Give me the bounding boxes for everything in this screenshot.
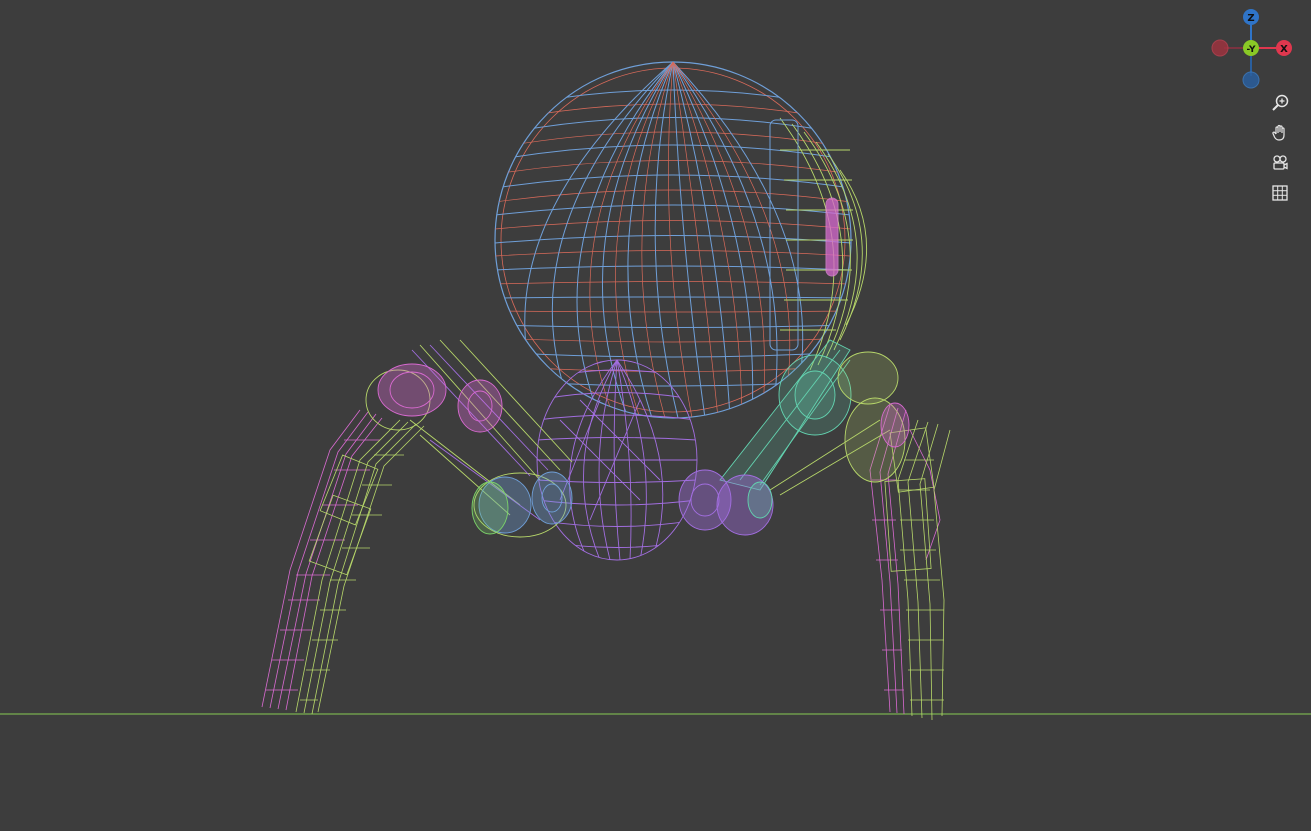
camera-icon: [1273, 155, 1288, 170]
pan-button[interactable]: [1265, 118, 1295, 148]
gizmo-z-axis[interactable]: Z: [1243, 9, 1259, 25]
left-leg-mesh: [261, 409, 425, 715]
gizmo-neg-z-axis[interactable]: [1242, 71, 1260, 89]
left-hip-joint: [377, 363, 503, 433]
svg-text:X: X: [1280, 44, 1288, 55]
gizmo-x-axis[interactable]: X: [1276, 40, 1292, 56]
svg-text:-Y: -Y: [1247, 45, 1256, 55]
left-upper-leg-mesh: [365, 339, 573, 538]
3d-viewport[interactable]: Z X -Y: [0, 0, 1311, 831]
grid-icon: [1272, 185, 1288, 201]
hand-icon: [1272, 124, 1285, 141]
zoom-icon: [1272, 94, 1289, 111]
svg-text:Z: Z: [1247, 13, 1254, 24]
body-sphere-mesh: [536, 359, 698, 561]
camera-view-button[interactable]: [1265, 148, 1295, 178]
right-upper-leg-mesh: [678, 339, 910, 536]
wireframe-scene[interactable]: [0, 0, 1311, 831]
zoom-button[interactable]: [1265, 88, 1295, 118]
gizmo-neg-x-axis[interactable]: [1211, 39, 1229, 57]
navigation-gizmo[interactable]: Z X -Y: [1200, 0, 1311, 100]
ortho-toggle-button[interactable]: [1265, 178, 1295, 208]
gizmo-neg-y-axis[interactable]: -Y: [1243, 40, 1259, 56]
